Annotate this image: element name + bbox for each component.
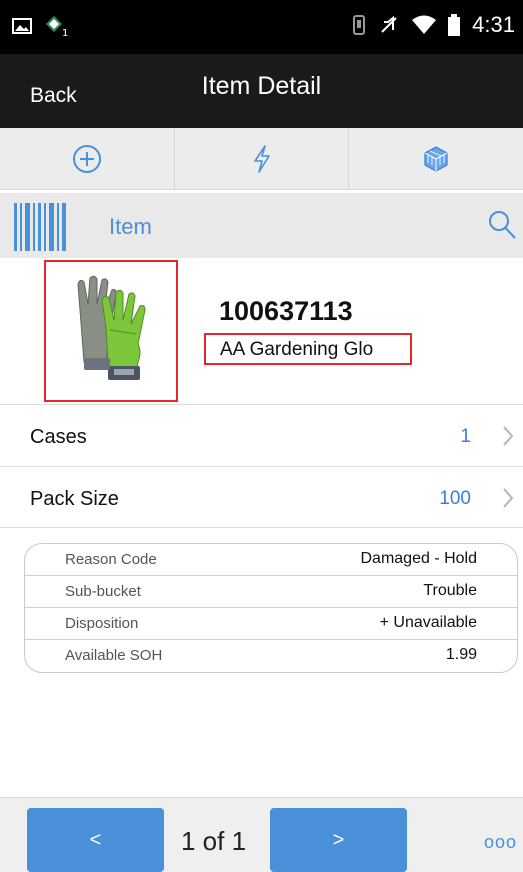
title-bar: Item Detail Back <box>0 54 523 128</box>
image-icon <box>12 16 32 36</box>
vibrate-icon <box>352 14 366 36</box>
detail-label: Available SOH <box>65 647 163 664</box>
barcode-icon[interactable] <box>14 203 70 251</box>
detail-label: Sub-bucket <box>65 583 141 600</box>
search-icon[interactable] <box>487 209 517 241</box>
battery-icon <box>448 14 461 36</box>
maps-notification-icon: 1 <box>44 14 70 38</box>
row-label: Cases <box>30 426 87 448</box>
detail-label: Disposition <box>65 615 139 632</box>
svg-text:1: 1 <box>62 28 68 38</box>
page-title: Item Detail <box>201 72 322 100</box>
detail-value: + Unavailable <box>379 614 477 631</box>
detail-value: 1.99 <box>445 646 477 663</box>
detail-row-available-soh: Available SOH 1.99 <box>25 640 517 672</box>
add-button[interactable] <box>0 128 175 189</box>
item-image[interactable] <box>44 260 178 402</box>
item-scan-bar[interactable]: Item <box>0 193 523 258</box>
screen: 1 4:31 Item Detail Back Item 100637113 A… <box>0 0 523 872</box>
quick-action-button[interactable] <box>175 128 350 189</box>
wifi-icon <box>412 15 437 35</box>
status-bar: 1 4:31 <box>0 0 523 54</box>
next-button[interactable]: > <box>270 808 407 872</box>
detail-row-reason-code: Reason Code Damaged - Hold <box>25 544 517 576</box>
back-button[interactable]: Back <box>30 84 77 108</box>
chevron-right-icon <box>501 425 515 447</box>
detail-row-sub-bucket: Sub-bucket Trouble <box>25 576 517 608</box>
gardening-gloves-image <box>77 275 146 380</box>
scan-field-label: Item <box>109 214 152 239</box>
row-value: 1 <box>460 426 471 447</box>
quantity-list: Cases 1 Pack Size 100 <box>0 404 523 528</box>
mute-icon <box>378 14 400 36</box>
detail-value: Damaged - Hold <box>360 550 478 567</box>
previous-button[interactable]: < <box>27 808 164 872</box>
more-options-button[interactable]: ooo <box>484 832 517 853</box>
add-circle-icon <box>71 143 103 175</box>
inventory-button[interactable] <box>349 128 523 189</box>
cube-icon <box>421 144 451 174</box>
status-time: 4:31 <box>472 12 515 37</box>
row-value: 100 <box>439 488 471 509</box>
row-cases[interactable]: Cases 1 <box>0 404 523 466</box>
detail-row-disposition: Disposition + Unavailable <box>25 608 517 640</box>
row-pack-size[interactable]: Pack Size 100 <box>0 466 523 528</box>
action-toolbar <box>0 128 523 190</box>
row-label: Pack Size <box>30 488 119 510</box>
detail-label: Reason Code <box>65 551 157 568</box>
item-header: 100637113 AA Gardening Glo <box>0 258 523 404</box>
item-number: 100637113 <box>219 296 353 326</box>
lightning-icon <box>251 144 273 174</box>
item-description: AA Gardening Glo <box>204 333 412 365</box>
detail-value: Trouble <box>423 582 477 599</box>
details-table: Reason Code Damaged - Hold Sub-bucket Tr… <box>24 543 518 673</box>
page-indicator: 1 of 1 <box>181 826 247 856</box>
chevron-right-icon <box>501 487 515 509</box>
bottom-nav: < 1 of 1 > ooo <box>0 797 523 872</box>
